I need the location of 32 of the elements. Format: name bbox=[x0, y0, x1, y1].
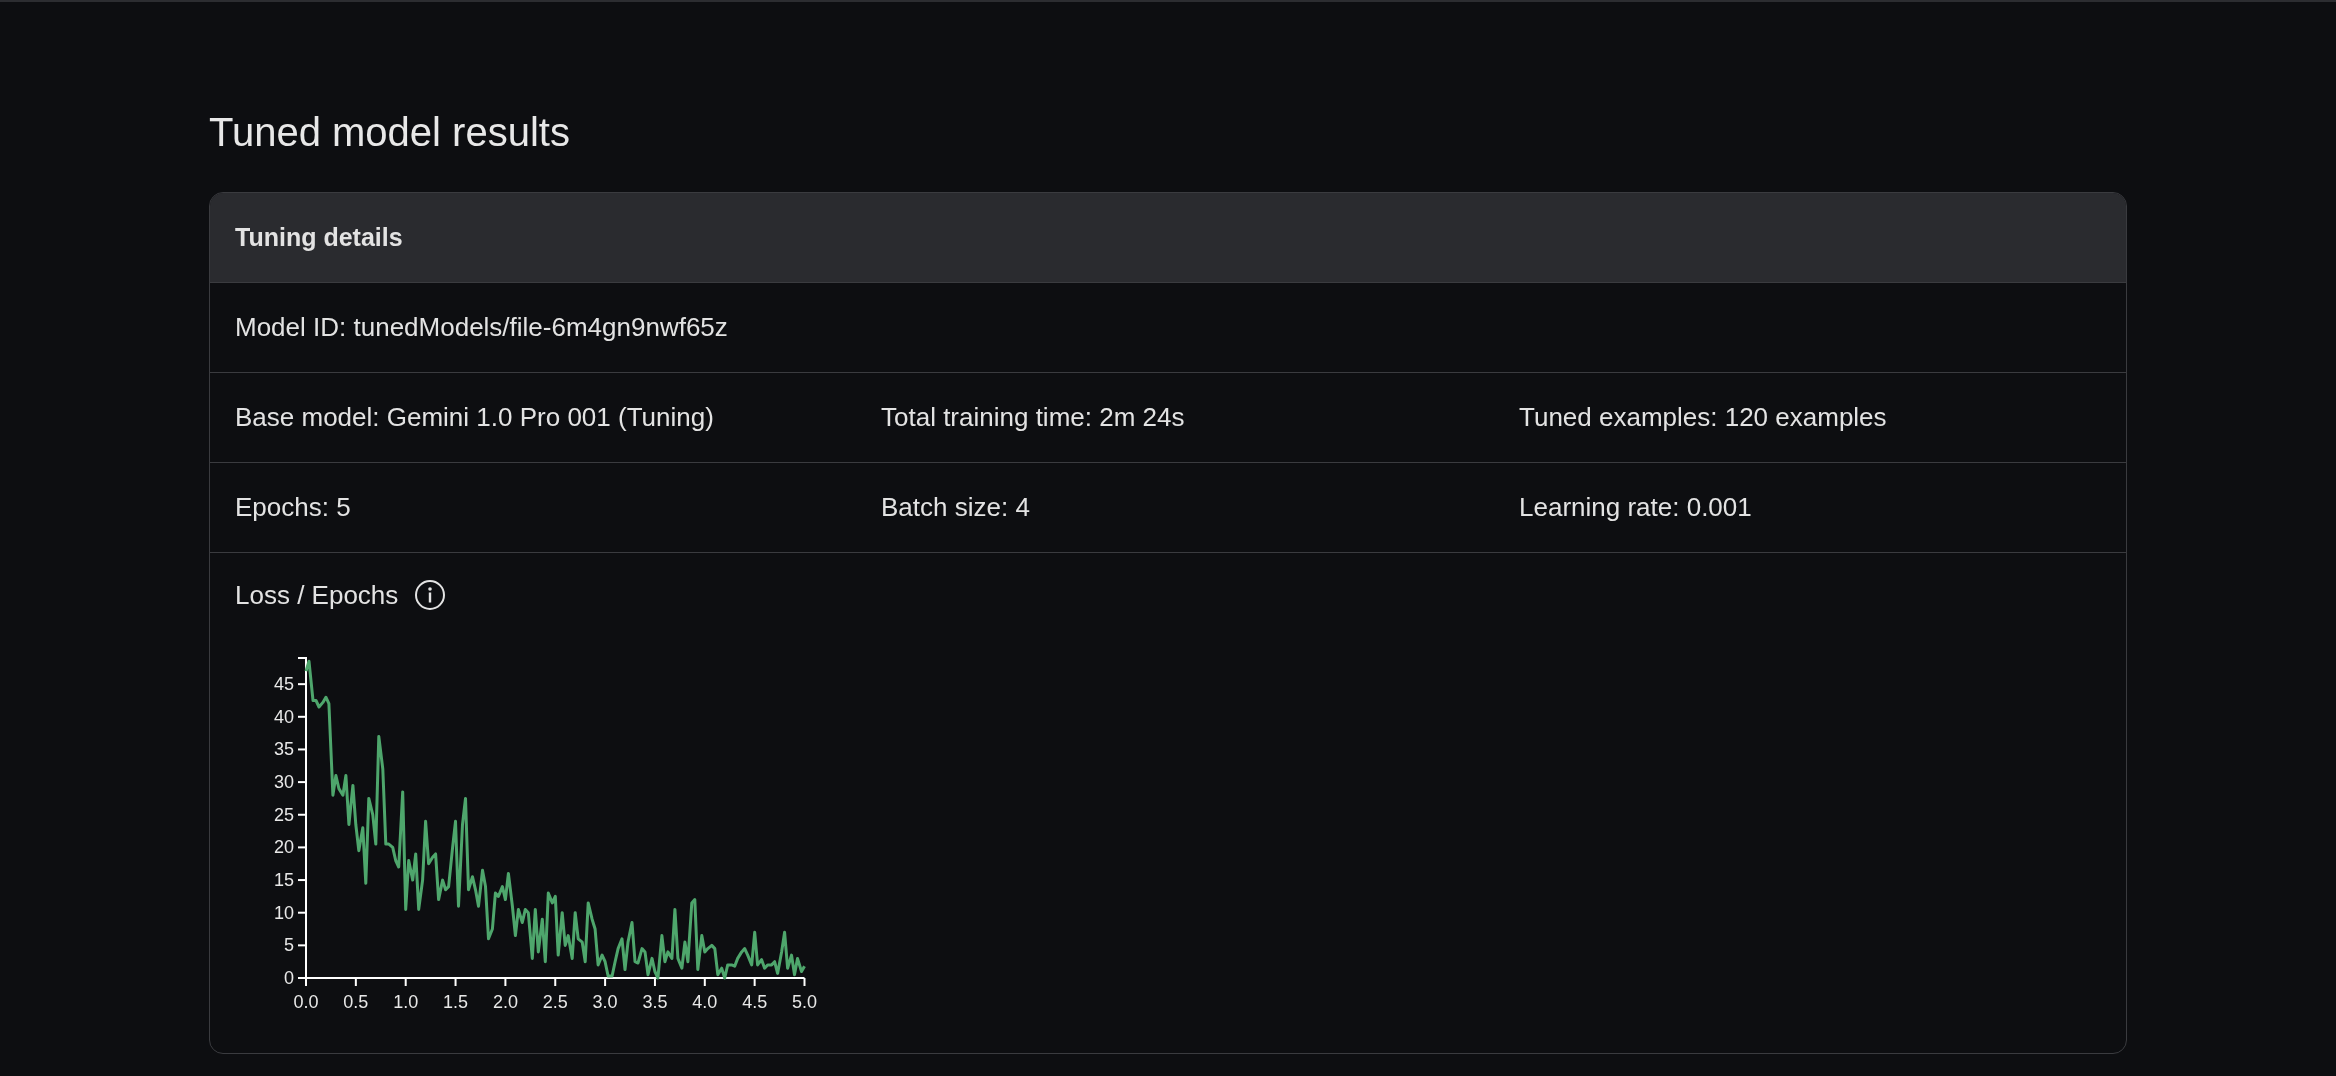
y-tick-label: 40 bbox=[273, 706, 294, 727]
y-tick-label: 5 bbox=[284, 935, 294, 956]
x-tick-label: 1.0 bbox=[393, 992, 419, 1012]
detail-text: Total training time: 2m 24s bbox=[881, 402, 1186, 433]
detail-text: Epochs: 5 bbox=[235, 492, 352, 523]
x-tick-label: 0.0 bbox=[293, 992, 319, 1012]
x-tick-label: 0.5 bbox=[343, 992, 369, 1012]
y-tick-label: 35 bbox=[273, 739, 294, 760]
y-tick-label: 15 bbox=[273, 870, 294, 891]
x-tick-label: 5.0 bbox=[792, 992, 817, 1012]
card-header: Tuning details bbox=[210, 193, 2126, 283]
x-tick-label: 2.5 bbox=[542, 992, 568, 1012]
detail-text: Batch size: 4 bbox=[881, 492, 1031, 523]
detail-text: Base model: Gemini 1.0 Pro 001 (Tuning) bbox=[235, 402, 715, 433]
x-tick-label: 4.0 bbox=[692, 992, 718, 1012]
x-tick-label: 2.0 bbox=[492, 992, 518, 1012]
y-tick-label: 0 bbox=[284, 968, 294, 988]
y-tick-label: 10 bbox=[273, 902, 294, 923]
x-tick-label: 1.5 bbox=[443, 992, 469, 1012]
x-tick-label: 3.5 bbox=[642, 992, 668, 1012]
x-tick-label: 3.0 bbox=[592, 992, 618, 1012]
chart-label: Loss / Epochs bbox=[235, 579, 399, 611]
y-tick-label: 45 bbox=[273, 674, 294, 695]
detail-text: Model ID: tunedModels/file-6m4gn9nwf65z bbox=[235, 312, 729, 343]
y-tick-label: 25 bbox=[273, 804, 294, 825]
x-tick-label: 4.5 bbox=[742, 992, 768, 1012]
detail-text: Tuned examples: 120 examples bbox=[1519, 402, 1888, 433]
y-tick-label: 20 bbox=[273, 837, 294, 858]
page-title: Tuned model results bbox=[209, 110, 571, 155]
detail-text: Learning rate: 0.001 bbox=[1519, 492, 1753, 523]
info-icon[interactable] bbox=[414, 579, 447, 611]
y-tick-label: 30 bbox=[273, 772, 294, 793]
